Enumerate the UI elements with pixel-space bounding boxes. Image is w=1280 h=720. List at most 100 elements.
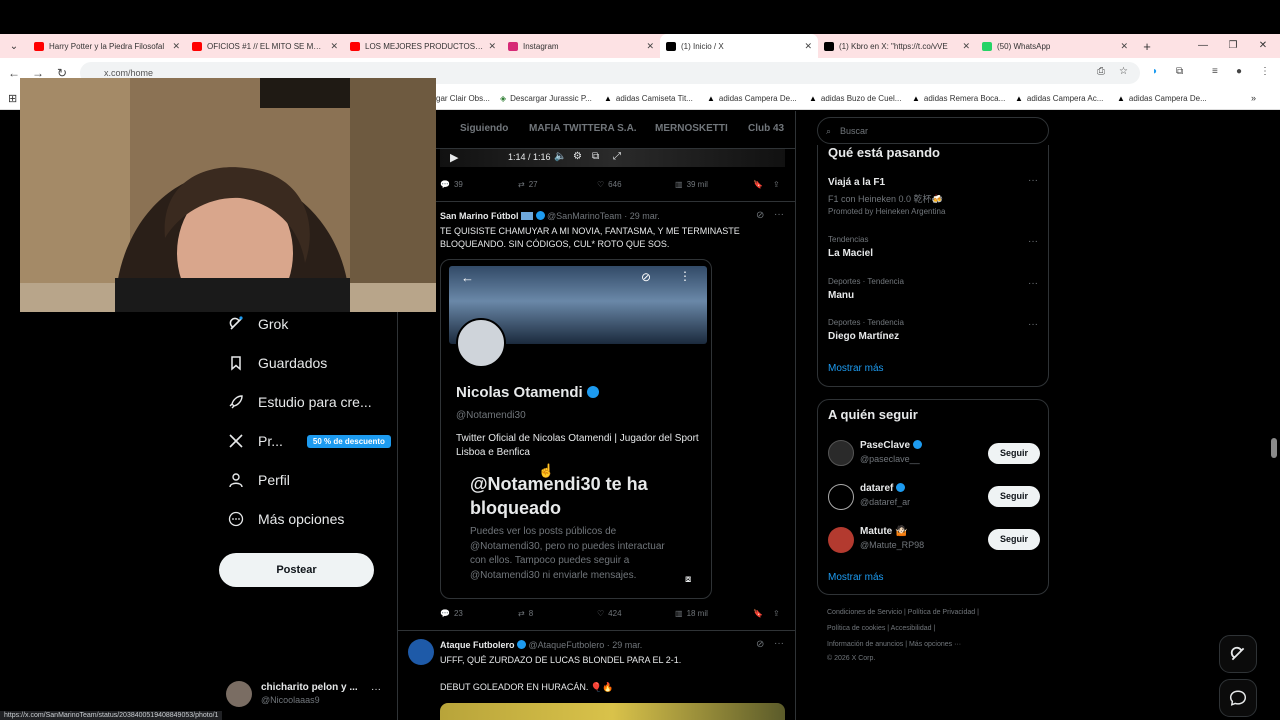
browser-tab[interactable]: Instagram ✕: [502, 34, 660, 58]
bookmark-item[interactable]: ▲ adidas Remera Boca...: [912, 94, 1005, 103]
footer-links-line2[interactable]: Política de cookies | Accesibilidad |: [827, 625, 935, 632]
tweet-author-name[interactable]: Ataque Futbolero: [440, 640, 515, 650]
tab-close-icon[interactable]: ✕: [1120, 41, 1128, 52]
bookmark-star-icon[interactable]: ☆: [1119, 66, 1128, 77]
tab-close-icon[interactable]: ✕: [488, 41, 496, 52]
browser-tab[interactable]: Harry Potter y la Piedra Filosofal ✕: [28, 34, 186, 58]
chrome-menu-icon[interactable]: ⋮: [1260, 66, 1270, 77]
bookmark-item[interactable]: ▲ adidas Campera Ac...: [1015, 94, 1103, 103]
media-icon[interactable]: ≡: [1212, 66, 1218, 77]
nav-creator-studio[interactable]: Estudio para cre...: [228, 394, 372, 410]
grok-explain-icon[interactable]: ⊘: [756, 210, 764, 221]
bookmark-item[interactable]: ▲ adidas Campera De...: [707, 94, 797, 103]
browser-tab[interactable]: (50) WhatsApp ✕: [976, 34, 1134, 58]
follow-avatar[interactable]: [828, 527, 854, 553]
close-window-button[interactable]: ✕: [1248, 34, 1278, 58]
bookmark-item[interactable]: ◈ Descargar Jurassic P...: [500, 94, 592, 103]
trend-name[interactable]: La Maciel: [828, 248, 873, 259]
tweet-image[interactable]: ← ⊘ ⋮ Nicolas Otamendi @Notamendi30 Twit…: [440, 259, 712, 599]
follow-button[interactable]: Seguir: [988, 486, 1040, 507]
play-icon[interactable]: ▶: [450, 151, 458, 164]
browser-tab[interactable]: LOS MEJORES PRODUCTOS QUE ✕: [344, 34, 502, 58]
bookmarks-overflow-icon[interactable]: »: [1251, 93, 1256, 103]
tab-close-icon[interactable]: ✕: [330, 41, 338, 52]
search-input[interactable]: ⌕ Buscar: [817, 117, 1049, 144]
tab-close-icon[interactable]: ✕: [804, 41, 812, 52]
post-button[interactable]: Postear: [219, 553, 374, 587]
reply-button[interactable]: 💬 23: [440, 609, 463, 618]
views-button[interactable]: ▥ 39 mil: [675, 180, 708, 189]
nav-grok[interactable]: Grok: [228, 316, 288, 332]
follow-name[interactable]: Matute 🤷🏻: [860, 526, 907, 537]
bookmark-item[interactable]: ▲ adidas Camiseta Tit...: [604, 94, 693, 103]
bookmark-item[interactable]: gar Clair Obs...: [436, 94, 490, 103]
tweet-author-handle[interactable]: @SanMarinoTeam: [547, 211, 622, 221]
apps-grid-icon[interactable]: ⊞: [8, 92, 17, 105]
extensions-puzzle-icon[interactable]: ⧉: [1176, 66, 1183, 77]
tab-following[interactable]: Siguiendo: [460, 123, 508, 134]
follow-name[interactable]: dataref: [860, 483, 906, 494]
repost-button[interactable]: ⇄ 8: [518, 609, 533, 618]
reply-button[interactable]: 💬 39: [440, 180, 463, 189]
trends-show-more[interactable]: Mostrar más: [828, 363, 884, 374]
share-button[interactable]: ⇪: [773, 609, 780, 618]
follow-button[interactable]: Seguir: [988, 443, 1040, 464]
fullscreen-icon[interactable]: ⤢: [613, 151, 621, 162]
tab-list-mafia[interactable]: MAFIA TWITTERA S.A.: [529, 123, 637, 134]
nav-premium[interactable]: Pr... 50 % de descuento: [228, 433, 391, 449]
tweet-author-avatar[interactable]: [408, 639, 434, 665]
follow-avatar[interactable]: [828, 484, 854, 510]
grok-fab[interactable]: [1219, 635, 1257, 673]
promo-title[interactable]: Viajá a la F1: [828, 177, 885, 188]
like-button[interactable]: ♡ 646: [597, 180, 622, 189]
tab-close-icon[interactable]: ✕: [962, 41, 970, 52]
install-icon[interactable]: ⎙: [1097, 66, 1105, 77]
grok-explain-icon[interactable]: ⊘: [756, 639, 764, 650]
tweet-more-icon[interactable]: ···: [774, 638, 784, 649]
new-tab-button[interactable]: +: [1134, 39, 1160, 54]
restore-button[interactable]: ❐: [1218, 34, 1248, 58]
tweet-more-icon[interactable]: ···: [774, 209, 784, 220]
nav-bookmarks[interactable]: Guardados: [228, 355, 327, 371]
profile-avatar-icon[interactable]: ●: [1236, 66, 1242, 77]
video-player[interactable]: ▶ 1:14 / 1:16 🔈 ⚙ ⧉ ⤢: [440, 149, 785, 167]
tweet-date[interactable]: · 29 mar.: [607, 640, 643, 650]
trend-more-icon[interactable]: ···: [1028, 175, 1038, 186]
page-scrollbar[interactable]: [1271, 438, 1277, 458]
trend-more-icon[interactable]: ···: [1028, 236, 1038, 247]
trend-more-icon[interactable]: ···: [1028, 319, 1038, 330]
trend-name[interactable]: Diego Martínez: [828, 331, 899, 342]
tweet-author-name[interactable]: San Marino Fútbol: [440, 211, 519, 221]
messages-fab[interactable]: [1219, 679, 1257, 717]
footer-links-line3[interactable]: Información de anuncios | Más opciones ·…: [827, 641, 961, 648]
bookmark-tweet-button[interactable]: 🔖: [753, 609, 763, 618]
trend-name[interactable]: Manu: [828, 290, 854, 301]
settings-icon[interactable]: ⚙: [573, 151, 582, 162]
pip-icon[interactable]: ⧉: [592, 151, 599, 162]
volume-icon[interactable]: 🔈: [554, 151, 566, 162]
tweet-author-handle[interactable]: @AtaqueFutbolero: [529, 640, 605, 650]
bookmark-item[interactable]: ▲ adidas Campera De...: [1117, 94, 1207, 103]
trend-more-icon[interactable]: ···: [1028, 278, 1038, 289]
browser-tab[interactable]: (1) Kbro en X: "https://t.co/vVE ✕: [818, 34, 976, 58]
tab-close-icon[interactable]: ✕: [172, 41, 180, 52]
nav-profile[interactable]: Perfil: [228, 472, 290, 488]
like-button[interactable]: ♡ 424: [597, 609, 622, 618]
browser-tab[interactable]: OFICIOS #1 // EL MITO SE METE ✕: [186, 34, 344, 58]
share-button[interactable]: ⇪: [773, 180, 780, 189]
bookmark-tweet-button[interactable]: 🔖: [753, 180, 763, 189]
tab-list-mernosketti[interactable]: MERNOSKETTI: [655, 123, 728, 134]
bookmark-item[interactable]: ▲ adidas Buzo de Cuel...: [809, 94, 901, 103]
nav-more-options[interactable]: Más opciones: [228, 511, 344, 527]
tweet-video-thumbnail[interactable]: [440, 703, 785, 720]
footer-links-line1[interactable]: Condiciones de Servicio | Política de Pr…: [827, 609, 979, 616]
views-button[interactable]: ▥ 18 mil: [675, 609, 708, 618]
minimize-button[interactable]: —: [1188, 34, 1218, 58]
follow-avatar[interactable]: [828, 440, 854, 466]
tab-search-button[interactable]: ⌄: [0, 41, 28, 52]
follow-button[interactable]: Seguir: [988, 529, 1040, 550]
tweet-date[interactable]: · 29 mar.: [624, 211, 660, 221]
account-switcher[interactable]: chicharito pelon y ... @Nicoolaaas9 ···: [226, 679, 386, 709]
browser-tab[interactable]: (1) Inicio / X ✕: [660, 34, 818, 58]
account-more-icon[interactable]: ···: [371, 684, 381, 695]
